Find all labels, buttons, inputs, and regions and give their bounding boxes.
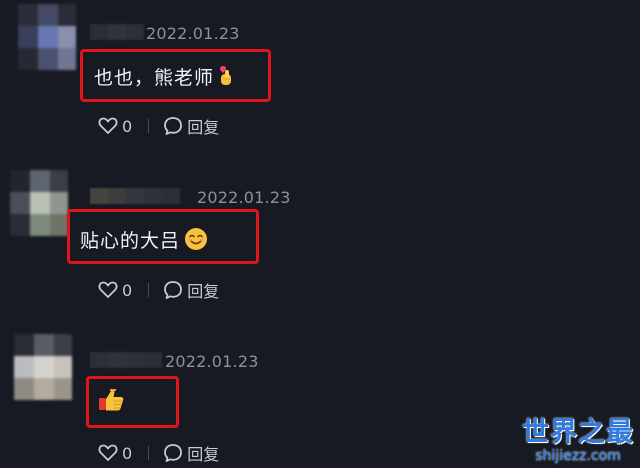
comment-text: [98, 388, 126, 417]
like-button[interactable]: 0: [98, 281, 132, 300]
comment-text-content: 贴心的大吕: [80, 230, 181, 252]
avatar[interactable]: [14, 334, 72, 400]
username-blurred[interactable]: [90, 352, 162, 368]
comment-actions: 0 回复: [98, 114, 219, 138]
heart-outline-icon: [98, 281, 118, 298]
reply-button[interactable]: 回复: [163, 114, 219, 138]
speech-bubble-icon: [164, 444, 183, 462]
reply-button[interactable]: 回复: [163, 441, 219, 465]
divider: [148, 119, 150, 133]
comment-actions: 0 回复: [98, 278, 219, 302]
avatar[interactable]: [10, 170, 68, 236]
comment-actions: 0 回复: [98, 441, 219, 465]
like-button[interactable]: 0: [98, 444, 132, 463]
watermark-logo: 世界之最 shijiezz.com: [522, 417, 634, 465]
speech-bubble-icon: [164, 117, 183, 135]
reply-label: 回复: [187, 282, 220, 301]
like-count: 0: [122, 280, 133, 300]
comment-text-content: 也也，熊老师: [94, 67, 215, 89]
divider: [148, 446, 150, 460]
reply-label: 回复: [187, 445, 220, 464]
heart-outline-icon: [98, 117, 118, 134]
comment-date: 2022.01.23: [146, 24, 240, 43]
comment-screen: 2022.01.23 也也，熊老师 0 回复 2022.01.23 贴心的大吕 …: [0, 0, 640, 468]
username-blurred[interactable]: [90, 24, 144, 40]
username-blurred[interactable]: [90, 188, 180, 204]
speech-bubble-icon: [164, 281, 183, 299]
comment-text: 也也，熊老师: [94, 63, 236, 92]
like-button[interactable]: 0: [98, 117, 132, 136]
thumbs-up-emoji-icon: [98, 388, 126, 417]
avatar[interactable]: [18, 4, 76, 70]
like-count: 0: [122, 443, 133, 463]
comment-date: 2022.01.23: [197, 188, 291, 207]
divider: [148, 283, 150, 297]
smiling-face-emoji-icon: [184, 227, 208, 256]
like-count: 0: [122, 116, 133, 136]
comment-date: 2022.01.23: [165, 352, 259, 371]
heart-outline-icon: [98, 444, 118, 461]
watermark-url: shijiezz.com: [535, 448, 621, 464]
finger-heart-emoji-icon: [218, 65, 236, 92]
reply-label: 回复: [187, 118, 220, 137]
watermark-title: 世界之最: [522, 417, 634, 448]
reply-button[interactable]: 回复: [163, 278, 219, 302]
comment-text: 贴心的大吕: [80, 226, 208, 256]
